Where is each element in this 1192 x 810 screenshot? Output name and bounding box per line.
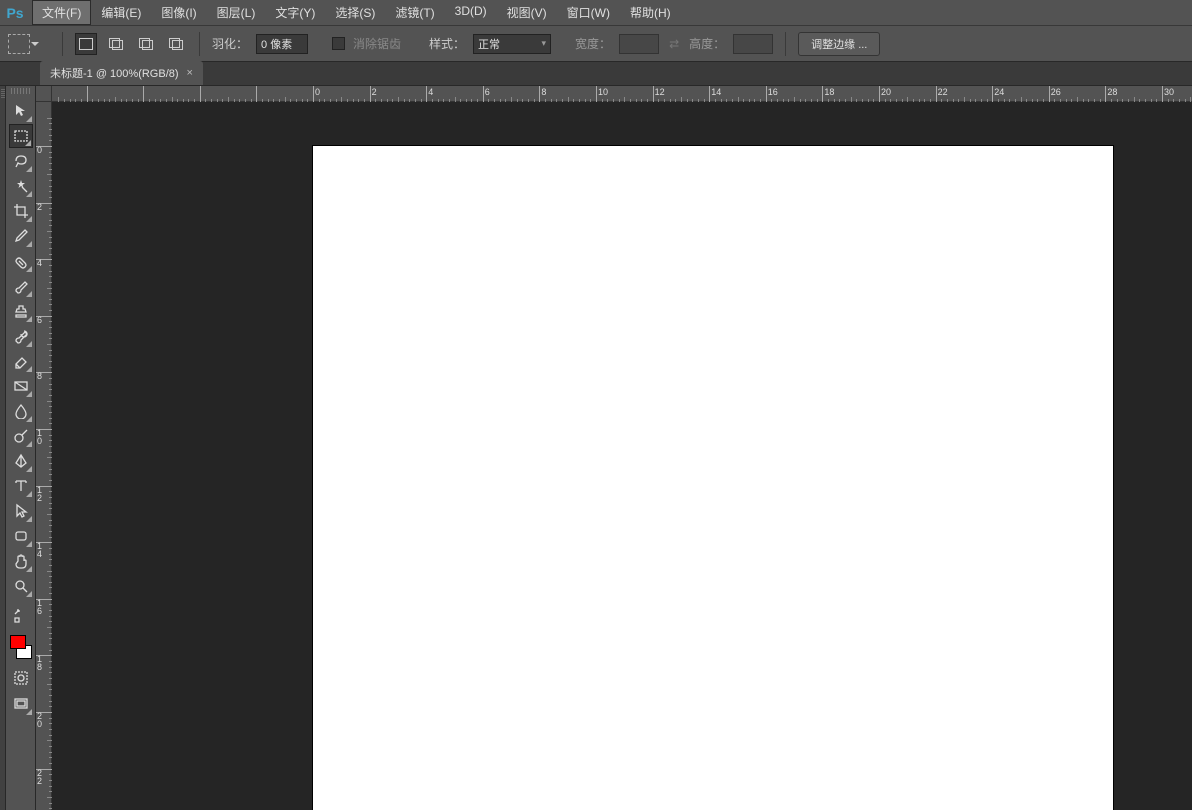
foreground-color-swatch[interactable] (10, 635, 26, 649)
type-tool[interactable] (9, 474, 33, 498)
add-selection-button[interactable] (105, 33, 127, 55)
horizontal-ruler[interactable]: 024681012141618202224262830 (52, 86, 1192, 102)
screen-mode-button[interactable] (9, 692, 33, 716)
quick-mask-toggle[interactable] (9, 666, 33, 690)
tool-preset-picker[interactable] (8, 34, 30, 54)
gradient-tool[interactable] (9, 374, 33, 398)
divider (199, 32, 200, 56)
menu-bar: Ps 文件(F)编辑(E)图像(I)图层(L)文字(Y)选择(S)滤镜(T)3D… (0, 0, 1192, 26)
height-label: 高度： (689, 35, 725, 52)
width-field[interactable] (619, 34, 659, 54)
shape-tool[interactable] (9, 524, 33, 548)
panel-grip[interactable] (11, 88, 31, 94)
hand-tool[interactable] (9, 549, 33, 573)
history-brush-tool[interactable] (9, 324, 33, 348)
style-dropdown[interactable]: 正常 (473, 34, 551, 54)
antialias-checkbox[interactable] (332, 37, 345, 50)
magic-wand-tool[interactable] (9, 174, 33, 198)
feather-label: 羽化： (212, 35, 248, 52)
path-select-tool[interactable] (9, 499, 33, 523)
blur-tool[interactable] (9, 399, 33, 423)
lasso-tool[interactable] (9, 149, 33, 173)
menu-图层l[interactable]: 图层(L) (207, 0, 266, 25)
document-tab-bar: 未标题-1 @ 100%(RGB/8) × (0, 62, 1192, 86)
menu-帮助h[interactable]: 帮助(H) (620, 0, 681, 25)
menu-选择s[interactable]: 选择(S) (325, 0, 385, 25)
menu-编辑e[interactable]: 编辑(E) (91, 0, 151, 25)
stamp-tool[interactable] (9, 299, 33, 323)
vertical-ruler[interactable]: 024681 01 21 41 61 82 02 22 4 (36, 102, 52, 810)
healing-brush-tool[interactable] (9, 249, 33, 273)
swap-wh-button[interactable]: ⇄ (667, 37, 681, 51)
subtract-selection-button[interactable] (135, 33, 157, 55)
new-selection-button[interactable] (75, 33, 97, 55)
canvas-area: 024681012141618202224262830 024681 01 21… (36, 86, 1192, 810)
options-bar: 羽化： 消除锯齿 样式： 正常 宽度： ⇄ 高度： 调整边缘 ... (0, 26, 1192, 62)
tools-panel (6, 86, 36, 810)
refine-edge-button[interactable]: 调整边缘 ... (798, 32, 880, 56)
panel-dock-strip[interactable] (0, 86, 6, 810)
width-label: 宽度： (575, 35, 611, 52)
marquee-tool[interactable] (9, 124, 33, 148)
divider (62, 32, 63, 56)
height-field[interactable] (733, 34, 773, 54)
ruler-origin[interactable] (36, 86, 52, 102)
menu-视图v[interactable]: 视图(V) (497, 0, 557, 25)
eyedropper-tool[interactable] (9, 224, 33, 248)
color-swatches[interactable] (8, 633, 34, 661)
document-canvas[interactable] (313, 146, 1113, 810)
menu-文件f[interactable]: 文件(F) (32, 0, 91, 25)
feather-input[interactable] (256, 34, 308, 54)
menu-3dd[interactable]: 3D(D) (445, 0, 497, 25)
style-label: 样式： (429, 35, 465, 52)
document-tab[interactable]: 未标题-1 @ 100%(RGB/8) × (40, 61, 203, 85)
intersect-selection-button[interactable] (165, 33, 187, 55)
swap-default-colors[interactable] (9, 604, 33, 628)
workspace: 024681012141618202224262830 024681 01 21… (0, 86, 1192, 810)
antialias-label: 消除锯齿 (353, 35, 401, 52)
document-tab-title: 未标题-1 @ 100%(RGB/8) (50, 65, 179, 81)
app-logo: Ps (2, 2, 28, 24)
menu-图像i[interactable]: 图像(I) (151, 0, 206, 25)
eraser-tool[interactable] (9, 349, 33, 373)
menu-窗口w[interactable]: 窗口(W) (557, 0, 620, 25)
zoom-tool[interactable] (9, 574, 33, 598)
divider (785, 32, 786, 56)
brush-tool[interactable] (9, 274, 33, 298)
move-tool[interactable] (9, 99, 33, 123)
pen-tool[interactable] (9, 449, 33, 473)
menu-滤镜t[interactable]: 滤镜(T) (385, 0, 444, 25)
close-icon[interactable]: × (187, 67, 193, 79)
crop-tool[interactable] (9, 199, 33, 223)
menu-文字y[interactable]: 文字(Y) (265, 0, 325, 25)
dodge-tool[interactable] (9, 424, 33, 448)
